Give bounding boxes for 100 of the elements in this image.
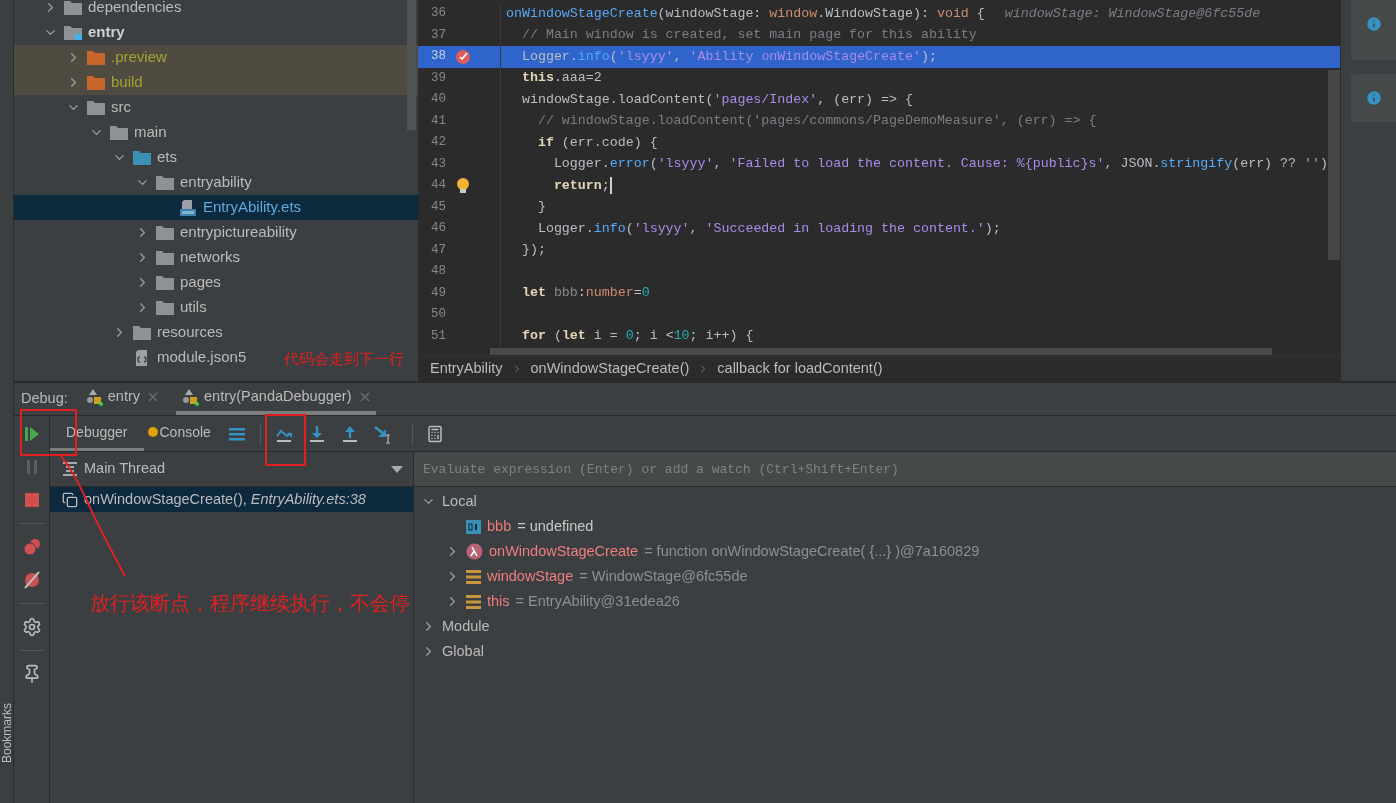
- code-token: (windowStage:: [657, 4, 763, 23]
- code-token: 'pages/Index': [713, 90, 818, 109]
- variable-value: = undefined: [517, 516, 594, 536]
- code-token: 'lsyyy': [657, 155, 714, 174]
- lightbulb-icon[interactable]: [456, 176, 470, 195]
- line-number: 37: [430, 26, 446, 44]
- line-number: 44: [430, 177, 446, 195]
- code-token: Logger.: [520, 47, 578, 66]
- code-token: (: [609, 47, 618, 66]
- variable-name: this: [487, 591, 510, 611]
- tree-item[interactable]: EntryAbility.ets: [14, 195, 418, 220]
- code-token: 'Failed to load the content. Cause: %{public}s': [729, 155, 1105, 174]
- variable-row[interactable]: this = EntryAbility@31edea26: [414, 589, 1396, 614]
- variable-row[interactable]: Local: [414, 489, 1396, 514]
- tree-item[interactable]: entryability: [14, 170, 258, 195]
- session-tab[interactable]: entry: [79, 383, 164, 415]
- run-config-icon: [85, 388, 104, 406]
- tree-label: EntryAbility.ets: [203, 197, 302, 218]
- variable-name: onWindowStageCreate: [489, 541, 639, 561]
- tree-label: main: [134, 122, 167, 143]
- run-to-cursor-icon[interactable]: [372, 423, 393, 444]
- highlight-frame: [265, 414, 306, 466]
- tree-item[interactable]: utils: [14, 295, 213, 320]
- calculator-icon[interactable]: [425, 424, 444, 443]
- tree-item[interactable]: networks: [14, 245, 247, 270]
- tree-item[interactable]: main: [14, 120, 173, 145]
- variable-row[interactable]: bbb = undefined: [414, 514, 1396, 539]
- folder-icon: [87, 50, 105, 65]
- tree-label: src: [111, 97, 131, 118]
- tree-label: dependencies: [88, 0, 182, 18]
- code-token: ; i <: [633, 327, 674, 346]
- folder-icon: [156, 275, 174, 290]
- code-token: 0: [641, 284, 650, 303]
- notification-card[interactable]: [1351, 0, 1396, 60]
- evaluate-field[interactable]: Evaluate expression (Enter) or add a watch (Ctrl+Shift+Enter): [414, 452, 1396, 487]
- tree-item[interactable]: resources: [14, 320, 229, 345]
- code-token: (: [552, 327, 562, 346]
- line-number: 42: [430, 134, 446, 152]
- run-config-icon: [182, 388, 200, 406]
- tree-item[interactable]: entry: [14, 20, 131, 45]
- dropdown-caret-icon: [391, 465, 403, 473]
- annotation-text: 放行该断点，程序继续执行，不会停: [90, 591, 410, 616]
- folder-icon: [64, 25, 82, 40]
- file-icon: [179, 198, 197, 217]
- breadcrumb[interactable]: EntryAbility: [430, 358, 503, 380]
- code-token: =: [633, 284, 642, 303]
- variable-row[interactable]: windowStage = WindowStage@6fc55de: [414, 564, 1396, 589]
- tree-item[interactable]: .preview: [14, 45, 418, 70]
- tree-label: module.json5: [157, 347, 247, 368]
- breakpoint-icon[interactable]: [455, 48, 471, 65]
- vertical-scrollbar[interactable]: [1328, 70, 1340, 260]
- variable-name: Local: [442, 491, 477, 511]
- breakpoints-icon[interactable]: [21, 537, 42, 557]
- mute-breakpoints-icon[interactable]: [21, 570, 42, 590]
- code-token: 10: [673, 327, 690, 346]
- folder-icon: [133, 325, 151, 340]
- variable-row[interactable]: Global: [414, 639, 1396, 664]
- line-number: 49: [430, 284, 446, 302]
- line-number: 36: [430, 5, 446, 23]
- code-token: ,: [689, 219, 699, 238]
- line-number: 39: [430, 69, 446, 87]
- code-token: (err.code) {: [560, 133, 658, 152]
- code-token: 'lsyyy': [617, 47, 674, 66]
- close-icon[interactable]: [359, 392, 370, 402]
- settings-icon[interactable]: [21, 617, 42, 637]
- variable-name: windowStage: [487, 566, 574, 586]
- tree-item[interactable]: build: [14, 70, 418, 95]
- variable-row[interactable]: onWindowStageCreate = function onWindowStageCreate( {...} )@7a160829: [414, 539, 1396, 564]
- tree-item[interactable]: ets: [14, 145, 183, 170]
- info-icon: [1365, 89, 1383, 107]
- notification-card[interactable]: [1351, 74, 1396, 122]
- code-token: i =: [592, 327, 619, 346]
- primitive-icon: [466, 519, 481, 534]
- folder-icon: [156, 250, 174, 265]
- tree-item[interactable]: src: [14, 95, 137, 120]
- variable-row[interactable]: Module: [414, 614, 1396, 639]
- line-number: 48: [430, 263, 446, 281]
- tree-item[interactable]: dependencies: [14, 0, 188, 20]
- code-token: let: [520, 284, 546, 303]
- variable-name: Module: [442, 616, 490, 636]
- tree-label: entry: [88, 22, 125, 43]
- tree-item[interactable]: module.json5: [14, 345, 253, 370]
- variable-value: = EntryAbility@31edea26: [515, 591, 680, 611]
- tree-label: .preview: [111, 47, 167, 68]
- side-tab[interactable]: Bookmarks: [0, 703, 13, 763]
- code-token: (err) ??: [1232, 155, 1298, 174]
- breadcrumb[interactable]: onWindowStageCreate(): [530, 358, 690, 380]
- close-icon[interactable]: [148, 392, 158, 402]
- debug-tab[interactable]: Console: [143, 416, 215, 451]
- panel-title: Debug:: [21, 389, 68, 409]
- folder-icon: [133, 150, 151, 165]
- code-token: '': [1304, 155, 1320, 174]
- line-number: 45: [430, 198, 446, 216]
- tree-item[interactable]: pages: [14, 270, 227, 295]
- folder-icon: [156, 175, 174, 190]
- code-token: );: [984, 219, 1001, 238]
- tree-item[interactable]: entrypictureability: [14, 220, 303, 245]
- session-tab[interactable]: entry(PandaDebugger): [176, 383, 376, 415]
- horizontal-scrollbar[interactable]: [490, 348, 1272, 355]
- breadcrumb[interactable]: callback for loadContent(): [717, 358, 883, 380]
